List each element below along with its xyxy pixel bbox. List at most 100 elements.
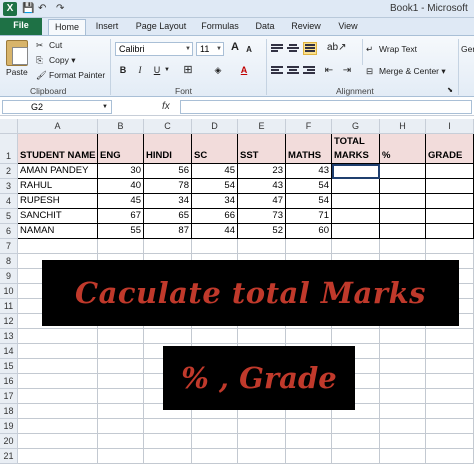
table-cell-sst[interactable]: 73: [238, 209, 286, 224]
row-header-9[interactable]: 9: [0, 269, 18, 284]
grid-cell[interactable]: [238, 329, 286, 344]
table-cell-name[interactable]: RUPESH: [18, 194, 98, 209]
format-painter-button[interactable]: Format Painter: [49, 70, 105, 81]
table-cell-name[interactable]: NAMAN: [18, 224, 98, 239]
cut-icon[interactable]: ✂: [36, 40, 43, 51]
table-cell-empty[interactable]: [426, 209, 474, 224]
table-cell-empty[interactable]: [332, 209, 380, 224]
grid-cell[interactable]: [238, 449, 286, 464]
grid-cell[interactable]: [380, 434, 426, 449]
grid-cell[interactable]: [332, 434, 380, 449]
grid-cell[interactable]: [238, 419, 286, 434]
table-cell-sst[interactable]: 47: [238, 194, 286, 209]
grid-cell[interactable]: [426, 449, 474, 464]
column-header-b[interactable]: B: [98, 119, 144, 134]
table-cell-eng[interactable]: 45: [98, 194, 144, 209]
grid-cell[interactable]: [18, 329, 98, 344]
row-header-14[interactable]: 14: [0, 344, 18, 359]
header-cell-h[interactable]: %: [380, 134, 426, 164]
table-cell-sst[interactable]: 23: [238, 164, 286, 179]
row-header-16[interactable]: 16: [0, 374, 18, 389]
align-center-icon[interactable]: [287, 66, 299, 76]
column-header-c[interactable]: C: [144, 119, 192, 134]
tab-data[interactable]: Data: [252, 19, 278, 35]
header-cell-b[interactable]: ENG: [98, 134, 144, 164]
row-header-18[interactable]: 18: [0, 404, 18, 419]
column-header-e[interactable]: E: [238, 119, 286, 134]
column-header-h[interactable]: H: [380, 119, 426, 134]
header-cell-i[interactable]: GRADE: [426, 134, 474, 164]
grid-cell[interactable]: [98, 359, 144, 374]
table-cell-eng[interactable]: 67: [98, 209, 144, 224]
table-cell-maths[interactable]: 54: [286, 179, 332, 194]
wrap-text-button[interactable]: Wrap Text: [379, 44, 417, 55]
borders-icon[interactable]: ⊞: [181, 64, 195, 77]
grid-cell[interactable]: [380, 419, 426, 434]
grid-cell[interactable]: [426, 359, 474, 374]
table-cell-sc[interactable]: 45: [192, 164, 238, 179]
grid-cell[interactable]: [98, 404, 144, 419]
grid-cell[interactable]: [192, 419, 238, 434]
row-header-20[interactable]: 20: [0, 434, 18, 449]
grid-cell[interactable]: [380, 389, 426, 404]
row-header-7[interactable]: 7: [0, 239, 18, 254]
table-cell-empty[interactable]: [426, 164, 474, 179]
grid-cell[interactable]: [18, 434, 98, 449]
grid-cell[interactable]: [98, 449, 144, 464]
header-cell-c[interactable]: HINDI: [144, 134, 192, 164]
grid-cell[interactable]: [332, 239, 380, 254]
merge-center-icon[interactable]: ⊟: [366, 66, 373, 77]
underline-button[interactable]: U: [151, 64, 163, 77]
grid-cell[interactable]: [426, 374, 474, 389]
table-cell-hindi[interactable]: 34: [144, 194, 192, 209]
header-cell-f[interactable]: MATHS: [286, 134, 332, 164]
tab-view[interactable]: View: [334, 19, 362, 35]
grid-cell[interactable]: [286, 449, 332, 464]
grid-cell[interactable]: [332, 419, 380, 434]
row-header-21[interactable]: 21: [0, 449, 18, 464]
number-format-combo[interactable]: Ger: [461, 44, 474, 55]
grid-cell[interactable]: [332, 449, 380, 464]
grid-cell[interactable]: [18, 389, 98, 404]
table-cell-empty[interactable]: [332, 164, 380, 179]
column-header-d[interactable]: D: [192, 119, 238, 134]
align-right-icon[interactable]: [303, 66, 315, 76]
bottom-align-icon[interactable]: [303, 42, 317, 55]
grid-cell[interactable]: [18, 359, 98, 374]
table-cell-sc[interactable]: 44: [192, 224, 238, 239]
table-cell-empty[interactable]: [380, 164, 426, 179]
chevron-down-icon[interactable]: ▼: [163, 64, 171, 77]
paste-icon[interactable]: [6, 40, 28, 66]
column-header-a[interactable]: A: [18, 119, 98, 134]
grid-cell[interactable]: [380, 329, 426, 344]
tab-formulas[interactable]: Formulas: [198, 19, 242, 35]
header-cell-g[interactable]: TOTAL MARKS: [332, 134, 380, 164]
grid-cell[interactable]: [332, 329, 380, 344]
table-cell-maths[interactable]: 60: [286, 224, 332, 239]
decrease-indent-icon[interactable]: ⇤: [322, 64, 336, 77]
table-cell-empty[interactable]: [426, 224, 474, 239]
row-header-17[interactable]: 17: [0, 389, 18, 404]
font-size-combo[interactable]: 11 ▼: [196, 42, 224, 56]
grid-cell[interactable]: [192, 434, 238, 449]
table-cell-hindi[interactable]: 56: [144, 164, 192, 179]
grid-cell[interactable]: [380, 344, 426, 359]
grid-cell[interactable]: [144, 449, 192, 464]
grid-cell[interactable]: [426, 239, 474, 254]
chevron-down-icon[interactable]: ▼: [102, 102, 108, 113]
row-header-2[interactable]: 2: [0, 164, 18, 179]
excel-app-icon[interactable]: X: [3, 2, 17, 16]
row-header-4[interactable]: 4: [0, 194, 18, 209]
grid-cell[interactable]: [98, 344, 144, 359]
table-cell-maths[interactable]: 71: [286, 209, 332, 224]
formula-input[interactable]: [180, 100, 472, 114]
fill-color-icon[interactable]: ◈: [211, 64, 225, 77]
row-header-3[interactable]: 3: [0, 179, 18, 194]
table-cell-hindi[interactable]: 78: [144, 179, 192, 194]
row-header-10[interactable]: 10: [0, 284, 18, 299]
header-cell-d[interactable]: SC: [192, 134, 238, 164]
grid-cell[interactable]: [98, 374, 144, 389]
save-icon[interactable]: 💾: [22, 2, 34, 16]
increase-indent-icon[interactable]: ⇥: [340, 64, 354, 77]
orientation-icon[interactable]: ab↗: [327, 41, 347, 54]
